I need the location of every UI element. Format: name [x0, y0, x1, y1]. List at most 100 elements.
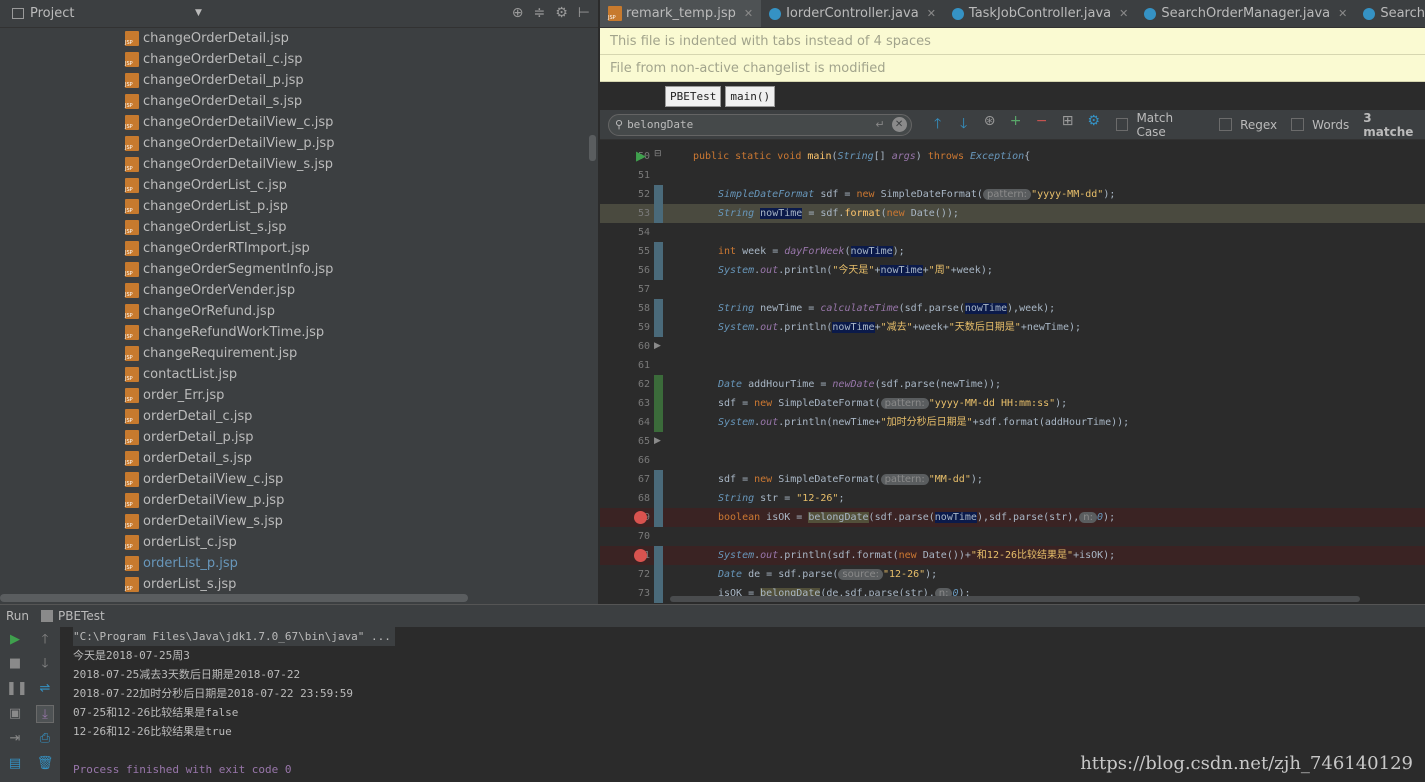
file-item[interactable]: order_Err.jsp: [0, 385, 598, 406]
previous-occurrence-icon[interactable]: 🡑: [930, 113, 946, 137]
collapse-all-icon[interactable]: ≑: [534, 5, 546, 21]
tab-iorder-controller[interactable]: IorderController.java ✕: [761, 0, 944, 27]
change-marker[interactable]: [654, 185, 663, 204]
rerun-icon[interactable]: ▶: [6, 631, 24, 649]
change-marker[interactable]: [654, 565, 663, 584]
file-item[interactable]: orderList_s.jsp: [0, 574, 598, 594]
scroll-to-end-icon[interactable]: ⤓: [36, 705, 54, 723]
change-marker[interactable]: [654, 204, 663, 223]
run-icon[interactable]: ▶: [636, 149, 646, 164]
pause-icon[interactable]: ❚❚: [6, 680, 28, 698]
change-marker[interactable]: [654, 584, 663, 603]
file-item[interactable]: changeOrderList_c.jsp: [0, 175, 598, 196]
file-item[interactable]: orderDetailView_p.jsp: [0, 490, 598, 511]
close-icon[interactable]: ✕: [927, 7, 936, 20]
file-item[interactable]: changeOrRefund.jsp: [0, 301, 598, 322]
change-marker[interactable]: [654, 318, 663, 337]
file-item[interactable]: orderDetailView_s.jsp: [0, 511, 598, 532]
words-option[interactable]: Words: [1291, 118, 1349, 132]
breadcrumb-method[interactable]: main(): [725, 85, 776, 107]
file-item[interactable]: changeOrderList_s.jsp: [0, 217, 598, 238]
file-item[interactable]: changeOrderDetail.jsp: [0, 28, 598, 49]
change-marker[interactable]: [654, 546, 663, 565]
fold-icon[interactable]: ▶: [654, 341, 661, 351]
file-item[interactable]: changeOrderDetailView_s.jsp: [0, 154, 598, 175]
close-icon[interactable]: ✕: [1119, 7, 1128, 20]
find-all-icon[interactable]: ⊛: [982, 113, 998, 137]
file-item[interactable]: changeRequirement.jsp: [0, 343, 598, 364]
file-item[interactable]: changeOrderDetailView_c.jsp: [0, 112, 598, 133]
clear-icon[interactable]: ✕: [891, 116, 907, 132]
up-icon[interactable]: 🡑: [36, 631, 54, 649]
horizontal-scrollbar[interactable]: [670, 596, 1360, 602]
gear-icon[interactable]: ⚙: [555, 5, 568, 21]
file-item[interactable]: changeOrderDetail_p.jsp: [0, 70, 598, 91]
file-item[interactable]: orderList_c.jsp: [0, 532, 598, 553]
select-all-occurrences-icon[interactable]: ⊞: [1060, 113, 1076, 137]
regex-option[interactable]: Regex: [1219, 118, 1277, 132]
added-marker[interactable]: [654, 375, 663, 394]
file-item[interactable]: changeOrderList_p.jsp: [0, 196, 598, 217]
tab-search-order-manager[interactable]: SearchOrderManager.java ✕: [1136, 0, 1355, 27]
dump-threads-icon[interactable]: ▣: [6, 705, 24, 723]
breakpoint-icon[interactable]: [634, 511, 647, 524]
tab-remark-temp[interactable]: remark_temp.jsp ✕: [600, 0, 762, 27]
hide-panel-icon[interactable]: ⊢: [578, 5, 590, 21]
filter-settings-icon[interactable]: ⚙: [1086, 113, 1102, 137]
add-selection-icon[interactable]: +: [1008, 113, 1024, 137]
added-marker[interactable]: [654, 413, 663, 432]
tab-search-order-dao[interactable]: SearchOrderDao: [1355, 0, 1425, 27]
breadcrumb-class[interactable]: PBETest: [665, 85, 722, 107]
vertical-scrollbar[interactable]: [589, 135, 596, 161]
added-marker[interactable]: [654, 394, 663, 413]
breakpoint-icon[interactable]: [634, 549, 647, 562]
changelist-notice[interactable]: File from non-active changelist is modif…: [600, 55, 1425, 82]
search-icon[interactable]: ⚲: [615, 118, 623, 131]
file-item[interactable]: orderDetail_p.jsp: [0, 427, 598, 448]
match-case-checkbox[interactable]: [1115, 118, 1129, 131]
file-item[interactable]: orderList_p.jsp: [0, 553, 598, 574]
code-editor[interactable]: 50 ▶ ⊟ public static void main(String[] …: [600, 141, 1425, 604]
change-marker[interactable]: [654, 299, 663, 318]
run-config-tab[interactable]: PBETest: [41, 609, 105, 623]
file-item[interactable]: orderDetail_s.jsp: [0, 448, 598, 469]
file-item[interactable]: changeOrderRTImport.jsp: [0, 238, 598, 259]
file-item[interactable]: changeOrderDetail_s.jsp: [0, 91, 598, 112]
chevron-down-icon[interactable]: ▼: [195, 8, 202, 18]
change-marker[interactable]: [654, 489, 663, 508]
layout-icon[interactable]: ▤: [6, 755, 24, 773]
change-marker[interactable]: [654, 470, 663, 489]
print-icon[interactable]: ⎙: [36, 730, 54, 748]
file-item[interactable]: changeOrderSegmentInfo.jsp: [0, 259, 598, 280]
fold-icon[interactable]: ▶: [654, 436, 661, 446]
horizontal-scrollbar[interactable]: [0, 594, 468, 602]
trash-icon[interactable]: 🗑: [36, 755, 54, 773]
stop-icon[interactable]: ■: [6, 655, 24, 673]
file-item[interactable]: orderDetailView_c.jsp: [0, 469, 598, 490]
regex-checkbox[interactable]: [1219, 118, 1233, 131]
file-item[interactable]: contactList.jsp: [0, 364, 598, 385]
fold-icon[interactable]: ⊟: [654, 149, 662, 159]
change-marker[interactable]: [654, 242, 663, 261]
change-marker[interactable]: [654, 508, 663, 527]
close-icon[interactable]: ✕: [1338, 7, 1347, 20]
close-icon[interactable]: ✕: [744, 7, 753, 20]
remove-selection-icon[interactable]: −: [1034, 113, 1050, 137]
wrap-icon[interactable]: ⇌: [36, 680, 54, 698]
match-case-option[interactable]: Match Case: [1115, 111, 1205, 139]
exit-icon[interactable]: ⇥: [6, 730, 24, 748]
change-marker[interactable]: [654, 261, 663, 280]
scroll-from-source-icon[interactable]: ⊕: [512, 5, 524, 21]
file-item[interactable]: changeOrderDetail_c.jsp: [0, 49, 598, 70]
tab-taskjob-controller[interactable]: TaskJobController.java ✕: [944, 0, 1136, 27]
tabs-indent-notice[interactable]: This file is indented with tabs instead …: [600, 28, 1425, 55]
file-item[interactable]: changeRefundWorkTime.jsp: [0, 322, 598, 343]
words-checkbox[interactable]: [1291, 118, 1305, 131]
file-item[interactable]: changeOrderDetailView_p.jsp: [0, 133, 598, 154]
file-item[interactable]: orderDetail_c.jsp: [0, 406, 598, 427]
project-header[interactable]: Project ▼ ⊕ ≑ ⚙ ⊢: [0, 0, 598, 28]
search-box[interactable]: ⚲ ↵ ✕: [608, 113, 912, 136]
down-icon[interactable]: 🡓: [36, 655, 54, 673]
file-item[interactable]: changeOrderVender.jsp: [0, 280, 598, 301]
next-occurrence-icon[interactable]: 🡓: [956, 113, 972, 137]
